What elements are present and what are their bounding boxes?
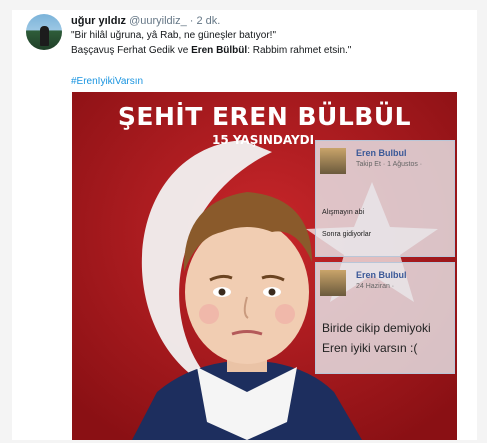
- poster-title: ŞEHİT EREN BÜLBÜL: [117, 102, 412, 131]
- hashtag-link[interactable]: #ErenIyikiVarsın: [71, 76, 143, 87]
- tweet-text-bold-name: Eren Bülbül: [191, 45, 248, 56]
- tweet-text-prefix: Başçavuş Ferhat Gedik ve: [71, 45, 192, 56]
- avatar-figure: [40, 26, 49, 46]
- facebook-text-2b: Eren iyiki varsın :(: [322, 341, 418, 355]
- facebook-avatar-1: [320, 148, 346, 174]
- facebook-text-2a: Biride cikip demiyoki: [322, 321, 431, 335]
- poster-age: 15 YAŞINDAYDI: [212, 133, 315, 147]
- facebook-avatar-2: [320, 270, 346, 296]
- facebook-text-1b: Sonra gidiyorlar: [322, 231, 372, 238]
- avatar[interactable]: [26, 14, 62, 50]
- facebook-meta-1: Takip Et · 1 Ağustos ·: [356, 161, 423, 168]
- facebook-post-card-1: Eren Bulbul Takip Et · 1 Ağustos · Alışm…: [315, 140, 455, 257]
- facebook-text-1a: Alışmayın abi: [322, 209, 365, 216]
- screen: uğur yıldız @uuryildiz_ · 2 dk. "Bir hil…: [0, 0, 487, 443]
- facebook-name-1: Eren Bulbul: [356, 148, 407, 158]
- tweet-text-line-2: Başçavuş Ferhat Gedik ve Eren Bülbül: Ra…: [71, 45, 351, 56]
- tweet-card[interactable]: uğur yıldız @uuryildiz_ · 2 dk. "Bir hil…: [12, 10, 477, 440]
- facebook-meta-2: 24 Haziran ·: [356, 283, 395, 290]
- tweet-text-suffix: : Rabbim rahmet etsin.": [247, 45, 352, 56]
- tweet-media-image[interactable]: ŞEHİT EREN BÜLBÜL 15 YAŞINDAYDI Eren Bul…: [72, 92, 457, 440]
- separator-dot: ·: [189, 15, 194, 27]
- timestamp[interactable]: 2 dk.: [197, 15, 221, 27]
- tweet-text-line-1: "Bir hilâl uğruna, yâ Rab, ne güneşler b…: [71, 30, 276, 41]
- handle[interactable]: @uuryildiz_: [129, 15, 187, 27]
- display-name[interactable]: uğur yıldız: [71, 15, 126, 27]
- facebook-post-card-2: Eren Bulbul 24 Haziran · Biride cikip de…: [315, 262, 455, 374]
- facebook-name-2: Eren Bulbul: [356, 270, 407, 280]
- tweet-header: uğur yıldız @uuryildiz_ · 2 dk.: [71, 15, 220, 27]
